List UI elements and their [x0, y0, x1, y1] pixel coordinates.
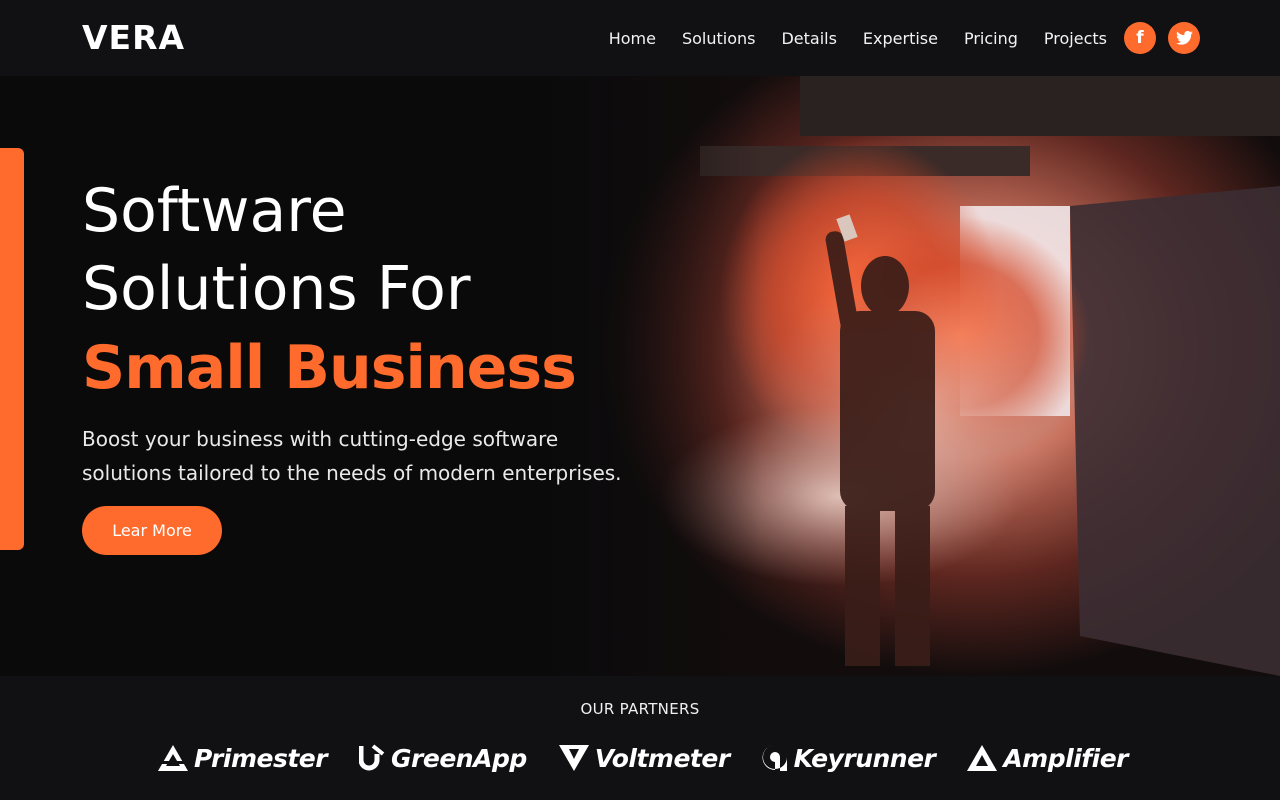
nav-link-home[interactable]: Home [609, 29, 656, 48]
voltmeter-logo-icon [558, 745, 589, 771]
amplifier-logo-icon [967, 745, 998, 771]
hero-headline-line-1: Software [82, 176, 347, 246]
brand-logo-text: VERA [82, 18, 186, 57]
nav-link-projects[interactable]: Projects [1044, 29, 1107, 48]
learn-more-button[interactable]: Lear More [82, 506, 222, 555]
hero-subtext: Boost your business with cutting-edge so… [82, 427, 622, 485]
hero-headline-line-2: Solutions For [82, 254, 471, 324]
brand-logo[interactable]: VERA [82, 20, 185, 56]
nav-link-pricing[interactable]: Pricing [964, 29, 1018, 48]
facebook-icon: f [1136, 27, 1144, 48]
hero-section: Software Solutions For Small Business Bo… [0, 76, 1280, 676]
keyrunner-logo-icon [762, 745, 787, 771]
partner-keyrunner-name: Keyrunner [793, 743, 936, 773]
partners-logos: Primester GreenApp Voltmeter Keyrunner A… [158, 738, 1128, 778]
partner-voltmeter[interactable]: Voltmeter [558, 743, 730, 773]
partner-primester[interactable]: Primester [158, 743, 328, 773]
partner-primester-name: Primester [194, 743, 328, 773]
partner-keyrunner[interactable]: Keyrunner [762, 744, 936, 773]
partner-voltmeter-name: Voltmeter [594, 743, 730, 773]
facebook-button[interactable]: f [1124, 22, 1156, 54]
navbar: VERA Home Solutions Details Expertise Pr… [0, 0, 1280, 76]
partner-greenapp[interactable]: GreenApp [359, 744, 527, 773]
partners-title: OUR PARTNERS [580, 700, 700, 718]
greenapp-logo-icon [359, 744, 385, 771]
hero-headline: Software Solutions For Small Business [82, 172, 577, 408]
nav-link-solutions[interactable]: Solutions [682, 29, 756, 48]
nav-link-details[interactable]: Details [781, 29, 836, 48]
primester-logo-icon [158, 745, 188, 771]
hero-headline-accent: Small Business [82, 333, 577, 403]
partners-section: OUR PARTNERS Primester GreenApp Voltmete… [0, 676, 1280, 800]
hero-accent-bar [0, 148, 24, 550]
hero-image-fade [540, 76, 1280, 676]
partner-amplifier-name: Amplifier [1003, 743, 1128, 773]
nav-link-expertise[interactable]: Expertise [863, 29, 938, 48]
main-nav: Home Solutions Details Expertise Pricing… [609, 22, 1200, 54]
partner-greenapp-name: GreenApp [391, 743, 527, 773]
twitter-button[interactable] [1168, 22, 1200, 54]
twitter-icon [1175, 31, 1193, 45]
partner-amplifier[interactable]: Amplifier [967, 744, 1128, 773]
